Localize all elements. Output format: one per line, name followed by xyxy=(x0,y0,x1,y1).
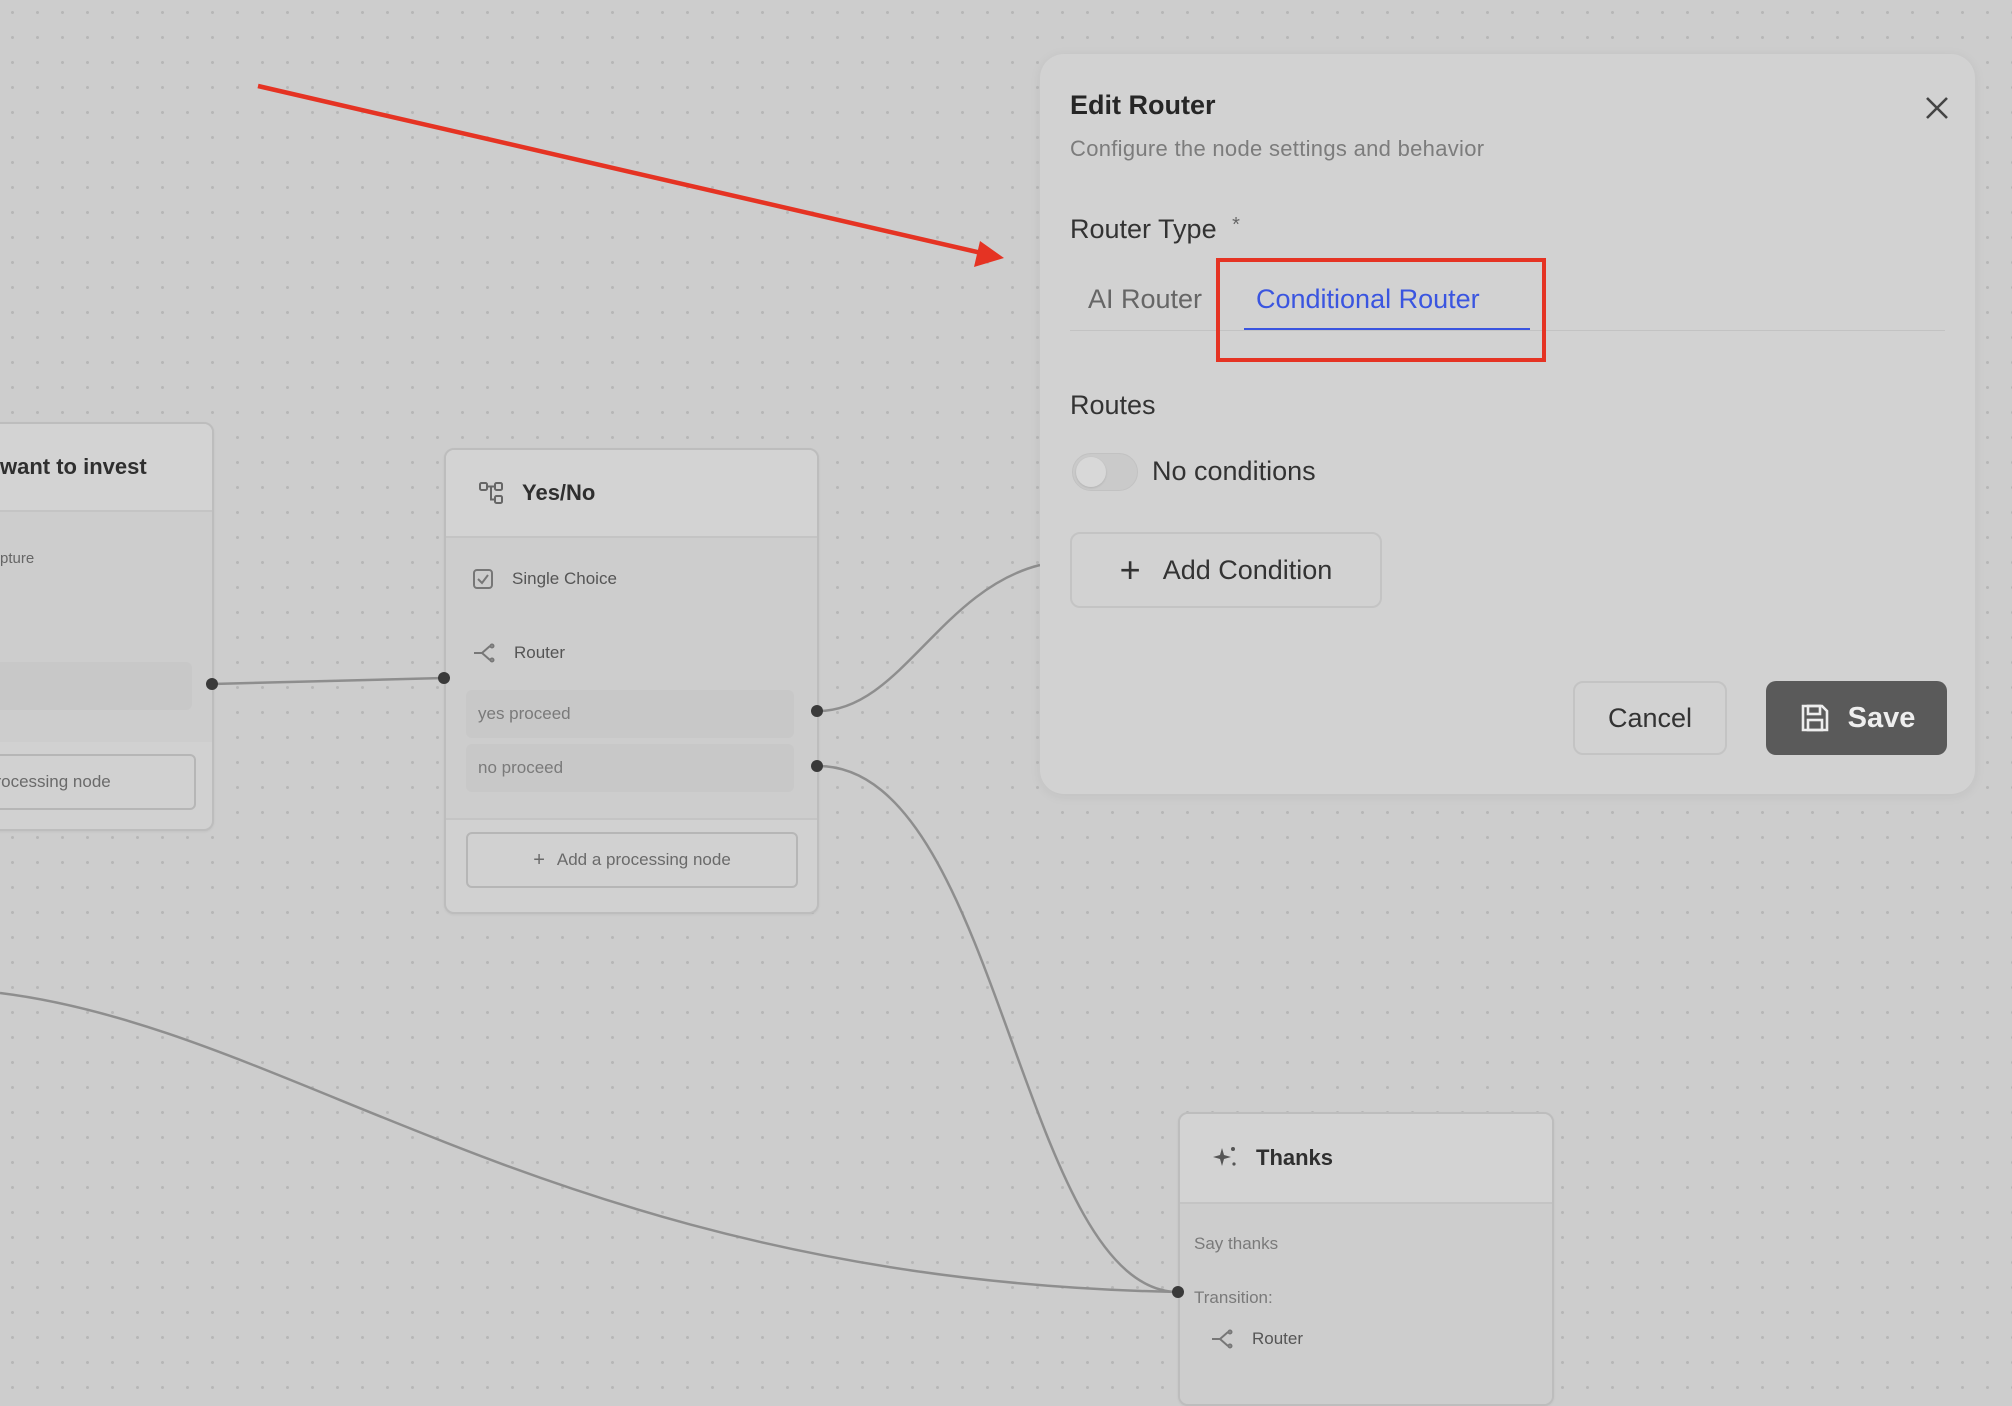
invest-node-slot xyxy=(0,662,192,710)
add-condition-label: Add Condition xyxy=(1162,554,1333,585)
thanks-router-row[interactable]: Router xyxy=(1210,1328,1303,1350)
wire-invest-to-yesno xyxy=(211,676,445,686)
router-icon xyxy=(472,642,496,664)
save-button[interactable]: Save xyxy=(1766,681,1947,755)
yesno-input-handle[interactable] xyxy=(438,672,450,684)
router-type-label: Router Type * xyxy=(1070,214,1240,245)
thanks-node[interactable]: Thanks Say thanks Transition: Router xyxy=(1178,1112,1554,1406)
yesno-add-node-label: Add a processing node xyxy=(556,850,731,869)
cancel-label: Cancel xyxy=(1607,702,1693,733)
router-icon xyxy=(1210,1328,1234,1350)
thanks-node-title: Thanks xyxy=(1256,1145,1334,1170)
wire-left-to-thanks xyxy=(0,991,1179,1294)
dialog-subtitle: Configure the node settings and behavior xyxy=(1070,136,1485,161)
route-yes-proceed[interactable]: yes proceed xyxy=(466,690,794,738)
thanks-node-body: Say thanks Transition: Router xyxy=(1180,1204,1552,1404)
cancel-button[interactable]: Cancel xyxy=(1573,681,1727,755)
invest-output-handle[interactable] xyxy=(206,678,218,690)
invest-node-header: want to invest xyxy=(0,424,212,512)
branch-icon xyxy=(476,478,506,508)
wire-no-proceed-to-thanks xyxy=(817,764,1179,1294)
routes-label: Routes xyxy=(1070,390,1156,420)
edit-router-dialog: Edit Router Configure the node settings … xyxy=(1040,54,1975,794)
yes-proceed-handle[interactable] xyxy=(811,705,823,717)
thanks-router-label: Router xyxy=(1252,1329,1304,1348)
no-proceed-handle[interactable] xyxy=(811,760,823,772)
add-condition-button[interactable]: + Add Condition xyxy=(1070,532,1382,608)
transition-label: Transition: xyxy=(1194,1288,1273,1307)
save-label: Save xyxy=(1847,701,1916,734)
plus-icon: + xyxy=(1119,549,1141,590)
invest-node-body: pture xyxy=(0,512,212,742)
thanks-node-header: Thanks xyxy=(1180,1114,1552,1204)
conditions-toggle[interactable] xyxy=(1072,453,1138,491)
floppy-disk-icon xyxy=(1798,701,1832,735)
yesno-node-title: Yes/No xyxy=(522,480,596,505)
yesno-node[interactable]: Yes/No Single Choice Router yes proceed … xyxy=(444,448,819,914)
yesno-node-header: Yes/No xyxy=(446,450,817,538)
dialog-title: Edit Router xyxy=(1070,90,1216,120)
toggle-knob xyxy=(1076,457,1106,487)
router-label: Router xyxy=(514,643,566,662)
no-conditions-label: No conditions xyxy=(1152,456,1316,486)
thanks-input-handle[interactable] xyxy=(1172,1286,1184,1298)
invest-node-item: pture xyxy=(0,550,35,567)
thanks-description: Say thanks xyxy=(1194,1234,1279,1253)
invest-node-title: want to invest xyxy=(0,454,147,479)
invest-node[interactable]: want to invest pture processing node xyxy=(0,422,214,831)
checkbox-icon xyxy=(472,568,494,590)
single-choice-row[interactable]: Single Choice xyxy=(472,568,617,590)
wire-yes-proceed-out xyxy=(817,563,1041,713)
router-row[interactable]: Router xyxy=(472,642,565,664)
invest-add-node-button[interactable]: processing node xyxy=(0,754,196,810)
required-marker: * xyxy=(1232,214,1240,236)
invest-add-node-label: processing node xyxy=(0,772,111,791)
sparkle-icon xyxy=(1210,1143,1240,1173)
yesno-add-node-button[interactable]: + Add a processing node xyxy=(466,832,798,888)
close-icon[interactable] xyxy=(1919,90,1955,126)
route-no-proceed[interactable]: no proceed xyxy=(466,744,794,792)
yesno-footer-divider xyxy=(446,818,817,820)
tab-ai-router-label: AI Router xyxy=(1088,284,1203,314)
plus-icon: + xyxy=(533,848,545,871)
tab-ai-router[interactable]: AI Router xyxy=(1088,284,1202,315)
router-type-text: Router Type xyxy=(1070,214,1217,244)
annotation-highlight-box xyxy=(1216,258,1546,362)
single-choice-label: Single Choice xyxy=(512,569,617,588)
